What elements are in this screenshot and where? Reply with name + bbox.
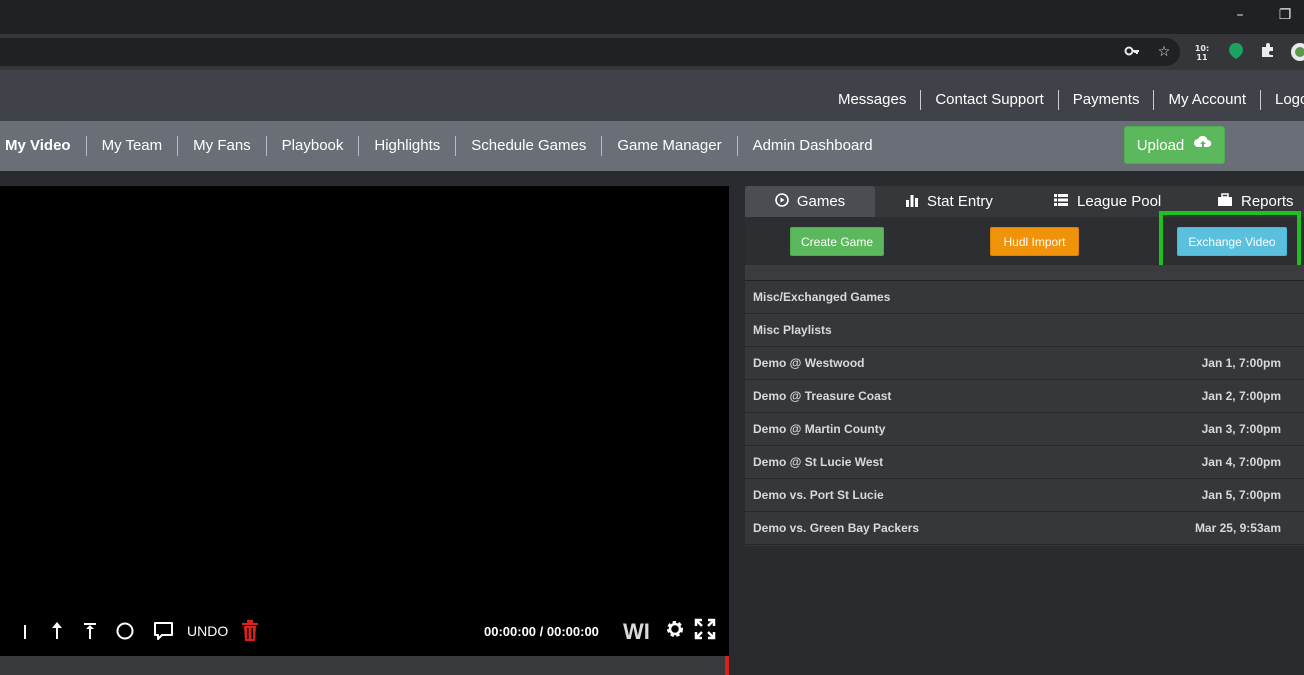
nav-game-manager[interactable]: Game Manager [601, 136, 736, 156]
star-icon[interactable]: ☆ [1154, 42, 1174, 62]
messages-link[interactable]: Messages [824, 90, 920, 110]
game-date: Jan 4, 7:00pm [1201, 455, 1281, 469]
game-name: Demo @ Treasure Coast [753, 389, 892, 403]
game-name: Demo vs. Port St Lucie [753, 488, 884, 502]
game-row[interactable]: Demo vs. Green Bay Packers Mar 25, 9:53am [745, 512, 1304, 545]
game-date: Jan 1, 7:00pm [1201, 356, 1281, 370]
game-row[interactable]: Demo vs. Port St Lucie Jan 5, 7:00pm [745, 479, 1304, 512]
trash-icon[interactable] [240, 619, 260, 643]
undo-button[interactable]: UNDO [187, 623, 228, 639]
key-icon[interactable] [1122, 42, 1142, 62]
comment-tool-icon[interactable] [153, 620, 175, 642]
game-row[interactable]: Demo @ Treasure Coast Jan 2, 7:00pm [745, 380, 1304, 413]
game-name: Demo @ Martin County [753, 422, 886, 436]
game-row[interactable]: Misc Playlists [745, 314, 1304, 347]
upload-button[interactable]: Upload [1124, 126, 1225, 164]
nav-highlights[interactable]: Highlights [358, 136, 455, 156]
timer-extension-icon[interactable]: 10: 11 [1192, 44, 1212, 64]
tab-games[interactable]: Games [745, 186, 875, 217]
logout-link[interactable]: Logo [1260, 89, 1304, 110]
contact-support-link[interactable]: Contact Support [920, 89, 1057, 110]
game-name: Demo @ St Lucie West [753, 455, 884, 469]
top-navigation: Messages Contact Support Payments My Acc… [0, 70, 1304, 121]
game-name: Misc Playlists [753, 323, 832, 337]
circle-tool-icon[interactable] [115, 621, 135, 641]
tab-league-pool[interactable]: League Pool [1053, 186, 1161, 217]
restore-button[interactable]: ❐ [1275, 6, 1295, 24]
nav-my-team[interactable]: My Team [85, 136, 178, 156]
play-circle-icon [775, 192, 789, 211]
nav-my-video[interactable]: My Video [0, 136, 86, 156]
game-date: Jan 5, 7:00pm [1201, 488, 1281, 502]
green-extension-icon[interactable] [1226, 42, 1246, 62]
cloud-upload-icon [1194, 135, 1212, 155]
video-controls: UNDO 00:00:00 / 00:00:00 WI [0, 614, 729, 648]
game-date: Jan 3, 7:00pm [1201, 422, 1281, 436]
list-header [745, 265, 1304, 281]
fullscreen-icon[interactable] [694, 618, 716, 640]
t-arrow-tool-icon[interactable] [82, 620, 98, 642]
game-name: Demo vs. Green Bay Packers [753, 521, 920, 535]
puzzle-icon[interactable] [1258, 42, 1278, 62]
main-navigation: My Video My Team My Fans Playbook Highli… [0, 121, 1304, 171]
game-name: Misc/Exchanged Games [753, 290, 891, 304]
profile-icon[interactable] [1288, 42, 1304, 62]
nav-playbook[interactable]: Playbook [265, 136, 359, 156]
list-icon [1053, 193, 1069, 211]
bar-chart-icon [905, 193, 919, 211]
upload-label: Upload [1136, 136, 1185, 154]
nav-my-fans[interactable]: My Fans [177, 136, 266, 156]
nav-schedule-games[interactable]: Schedule Games [455, 136, 601, 156]
minimize-button[interactable]: – [1230, 6, 1250, 24]
tab-reports-label: Reports [1241, 193, 1294, 210]
arrow-tool-icon[interactable] [49, 620, 65, 642]
timeline-marker[interactable] [725, 656, 729, 675]
browser-titlebar: – ❐ [0, 0, 1304, 34]
briefcase-icon [1217, 192, 1233, 211]
tab-stat-entry[interactable]: Stat Entry [905, 186, 993, 217]
game-row[interactable]: Demo @ St Lucie West Jan 4, 7:00pm [745, 446, 1304, 479]
game-row[interactable]: Demo @ Westwood Jan 1, 7:00pm [745, 347, 1304, 380]
gear-icon[interactable] [664, 618, 686, 640]
video-player[interactable] [0, 186, 729, 656]
game-row[interactable]: Misc/Exchanged Games [745, 281, 1304, 314]
tab-games-label: Games [796, 193, 846, 210]
payments-link[interactable]: Payments [1057, 89, 1154, 110]
game-list: Misc/Exchanged Games Misc Playlists Demo @… [745, 281, 1304, 545]
game-date: Jan 2, 7:00pm [1201, 389, 1281, 403]
hudl-import-button[interactable]: Hudl Import [990, 227, 1079, 256]
create-game-button[interactable]: Create Game [790, 227, 884, 256]
tab-stat-entry-label: Stat Entry [927, 193, 993, 210]
game-date: Mar 25, 9:53am [1194, 521, 1281, 535]
game-row[interactable]: Demo @ Martin County Jan 3, 7:00pm [745, 413, 1304, 446]
video-timeline[interactable] [0, 656, 729, 675]
wi-label[interactable]: WI [623, 619, 650, 645]
my-account-link[interactable]: My Account [1153, 89, 1260, 110]
tab-league-pool-label: League Pool [1077, 193, 1162, 210]
nav-admin-dashboard[interactable]: Admin Dashboard [736, 136, 888, 156]
game-name: Demo @ Westwood [753, 356, 865, 370]
account-links: Messages Contact Support Payments My Acc… [824, 70, 1304, 121]
time-display: 00:00:00 / 00:00:00 [484, 624, 599, 639]
address-bar[interactable] [0, 38, 1180, 66]
browser-toolbar [0, 34, 1304, 70]
line-tool-icon[interactable] [20, 622, 30, 642]
